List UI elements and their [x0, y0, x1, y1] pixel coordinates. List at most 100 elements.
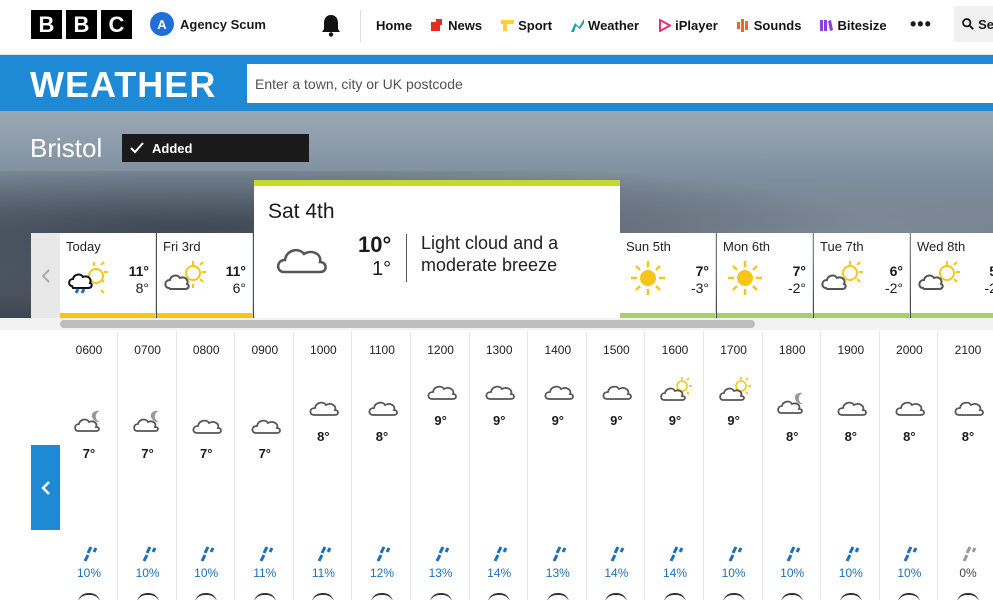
wind-direction-icon	[605, 593, 628, 600]
wind-direction-icon	[488, 593, 511, 600]
days-prev-arrow[interactable]	[31, 233, 60, 318]
hour-column: 1700 9° 10%	[704, 331, 763, 600]
hour-temp: 8°	[317, 429, 330, 444]
search-button[interactable]: Se	[954, 6, 993, 42]
nav-news[interactable]: News	[431, 18, 482, 33]
bell-icon[interactable]	[320, 13, 342, 37]
sun-cloud-icon	[164, 261, 206, 290]
day-low: 8°	[135, 280, 149, 296]
search-label: Se	[978, 16, 993, 32]
hour-temp: 7°	[258, 446, 272, 461]
wind-direction-icon	[312, 593, 335, 600]
wind-direction-icon	[839, 593, 862, 600]
iplayer-icon	[659, 18, 672, 32]
hour-time: 1800	[778, 343, 806, 357]
selected-day-panel[interactable]: Sat 4th 10° 1° Light cloud and a moderat…	[254, 180, 620, 318]
nav-home[interactable]: Home	[376, 18, 412, 33]
raindrop-icon	[611, 546, 625, 562]
day-tab-mon[interactable]: Mon 6th 7° -2°	[717, 233, 813, 318]
sounds-icon	[736, 18, 748, 32]
nav-bitesize[interactable]: Bitesize	[820, 17, 887, 33]
day-tab-sun[interactable]: Sun 5th 7° -3°	[620, 233, 716, 318]
panel-divider	[406, 234, 407, 282]
day-name: Tue 7th	[820, 239, 864, 254]
nav-label: Sounds	[753, 17, 802, 33]
hour-time: 1100	[369, 343, 395, 357]
wind-direction-icon	[429, 593, 452, 600]
hour-temp: 8°	[903, 429, 916, 444]
raindrop-icon	[552, 546, 567, 562]
day-high: 11°	[128, 263, 149, 279]
rain-chance: 10%	[897, 566, 922, 580]
hour-temp: 8°	[375, 429, 389, 444]
rain-chance: 11%	[311, 566, 335, 580]
wind-direction-icon	[78, 593, 100, 600]
more-menu-button[interactable]: •••	[910, 14, 932, 35]
raindrop-icon	[318, 546, 332, 562]
hourly-forecast: 0600 7° 10% 0700 7° 10% 0800 7° 10% 0900 7° 11% 1000…	[60, 331, 993, 600]
raindrop-icon	[845, 546, 860, 562]
rain-chance: 10%	[135, 566, 160, 580]
nav-label: Sport	[518, 17, 553, 33]
day-high: 7°	[792, 263, 806, 279]
horizontal-scrollbar[interactable]	[60, 320, 755, 328]
selected-low: 1°	[372, 258, 392, 280]
rain-chance: 10%	[780, 566, 805, 580]
hour-temp: 7°	[82, 446, 96, 461]
day-tab-tue[interactable]: Tue 7th 6° -2°	[814, 233, 910, 318]
nav-iplayer[interactable]: iPlayer	[658, 18, 718, 33]
raindrop-icon	[142, 546, 156, 562]
bbc-logo[interactable]: B B C	[31, 10, 132, 39]
selected-high: 10°	[358, 232, 392, 257]
logo-letter: C	[101, 10, 132, 39]
weather-title[interactable]: WEATHER	[30, 64, 216, 106]
nav-label: Weather	[588, 17, 640, 33]
nav-weather[interactable]: Weather	[571, 18, 639, 33]
cloud-icon	[837, 401, 867, 416]
day-tab-fri[interactable]: Fri 3rd 11° 6°	[157, 233, 253, 318]
hour-column: 2000 8° 10%	[880, 331, 939, 600]
day-low: -2	[984, 280, 993, 296]
hourly-prev-arrow[interactable]	[31, 445, 60, 530]
day-name: Wed 8th	[917, 239, 966, 254]
location-search-input[interactable]	[247, 64, 993, 103]
wind-direction-icon	[371, 593, 393, 600]
raindrop-icon	[962, 546, 977, 562]
rain-chance: 14%	[662, 566, 688, 580]
hour-column: 1900 8° 10%	[821, 331, 880, 600]
nav-sport[interactable]: Sport	[501, 18, 552, 33]
hour-column: 0800 7° 10%	[177, 331, 236, 600]
nav-sounds[interactable]: Sounds	[736, 17, 802, 33]
hour-column: 1000 8° 11%	[294, 331, 353, 600]
top-nav: B B C A Agency Scum Home News Sport Weat…	[0, 0, 993, 55]
day-name: Mon 6th	[723, 239, 770, 254]
hour-column: 1200 9° 13%	[411, 331, 470, 600]
nav-label: Bitesize	[837, 17, 887, 33]
logo-letter: B	[66, 10, 97, 39]
account-link[interactable]: A Agency Scum	[150, 12, 266, 36]
day-high: 6°	[889, 263, 903, 279]
day-tab-today[interactable]: Today 11° 8°	[60, 233, 156, 318]
wind-direction-icon	[136, 593, 159, 600]
rain-chance: 10%	[721, 566, 746, 580]
added-location-button[interactable]: Added	[122, 134, 309, 162]
hour-time: 1600	[661, 343, 689, 357]
cloud-icon	[251, 419, 281, 434]
raindrop-icon	[493, 546, 508, 562]
rain-chance: 10%	[194, 566, 219, 580]
day-tab-wed[interactable]: Wed 8th 5 -2	[911, 233, 993, 318]
account-name: Agency Scum	[180, 16, 266, 32]
moon-cloud-icon	[777, 392, 804, 414]
hour-temp: 9°	[434, 413, 447, 428]
wind-direction-icon	[781, 593, 804, 600]
cloud-icon	[192, 419, 223, 434]
raindrop-icon	[669, 546, 684, 562]
nav-links: Home News Sport Weather iPlayer Sounds B…	[376, 0, 906, 50]
hour-column: 0600 7° 10%	[60, 331, 118, 600]
hour-temp: 7°	[199, 446, 213, 461]
nav-divider	[360, 10, 361, 42]
news-icon	[431, 18, 443, 31]
wind-direction-icon	[957, 593, 979, 600]
hour-temp: 8°	[785, 429, 799, 444]
hour-time: 0900	[251, 343, 279, 357]
